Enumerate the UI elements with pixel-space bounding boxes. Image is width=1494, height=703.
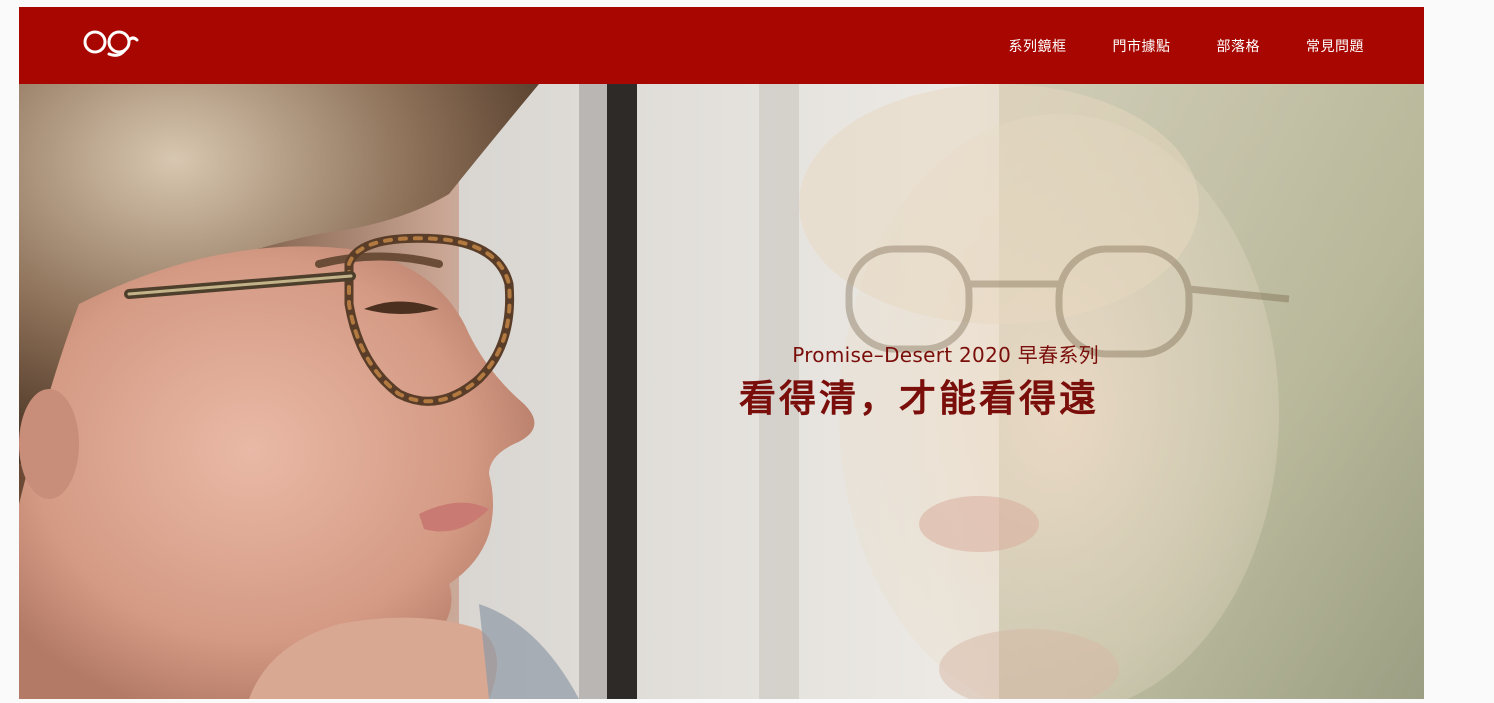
main-nav: 系列鏡框 門市據點 部落格 常見問題 (1009, 7, 1365, 84)
nav-link-faq[interactable]: 常見問題 (1306, 36, 1364, 56)
site-frame: 系列鏡框 門市據點 部落格 常見問題 Promise–Desert 2020 早… (19, 7, 1424, 699)
hero-banner: Promise–Desert 2020 早春系列 看得清，才能看得遠 (19, 84, 1424, 699)
nav-link-collections[interactable]: 系列鏡框 (1009, 36, 1067, 56)
page: 系列鏡框 門市據點 部落格 常見問題 Promise–Desert 2020 早… (0, 0, 1494, 703)
hero-title: 看得清，才能看得遠 (739, 377, 1099, 420)
hero-photo (19, 84, 1424, 699)
top-navbar: 系列鏡框 門市據點 部落格 常見問題 (19, 7, 1424, 84)
nav-link-blog[interactable]: 部落格 (1217, 36, 1261, 56)
glasses-logo-icon[interactable] (81, 28, 143, 60)
nav-link-stores[interactable]: 門市據點 (1113, 36, 1171, 56)
hero-subtitle: Promise–Desert 2020 早春系列 (792, 343, 1099, 367)
hero-text-block: Promise–Desert 2020 早春系列 看得清，才能看得遠 (739, 342, 1099, 422)
